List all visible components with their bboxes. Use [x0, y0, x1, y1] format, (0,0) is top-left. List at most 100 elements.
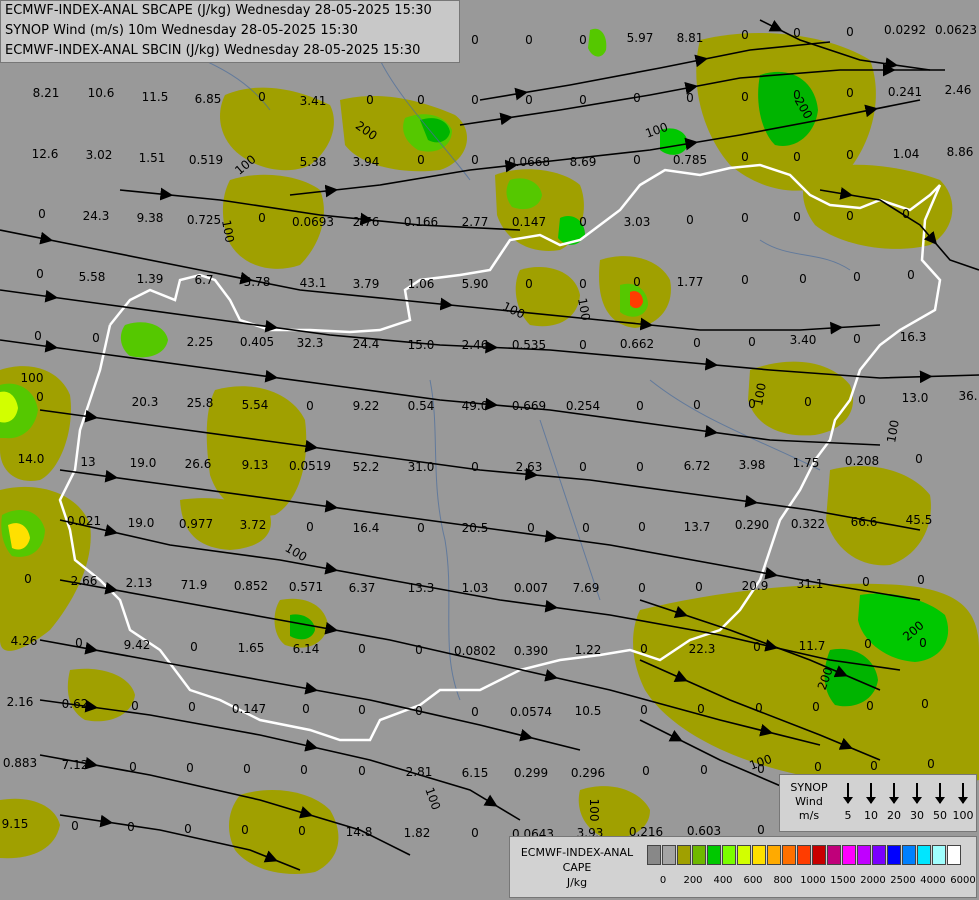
- station-value: 0: [358, 764, 366, 778]
- station-value: 5.90: [462, 277, 489, 291]
- cape-legend-swatch: [932, 845, 946, 865]
- station-value: 26.6: [185, 457, 212, 471]
- synop-legend-ticks: 5 10 20 30 50 100: [838, 781, 974, 825]
- streamline-arrow: [864, 104, 879, 118]
- cape-legend-swatch: [857, 845, 871, 865]
- station-value: 0: [38, 207, 46, 221]
- title-line-cape: ECMWF-INDEX-ANAL SBCAPE (J/kg) Wednesday…: [5, 3, 432, 18]
- station-value: 0: [748, 335, 756, 349]
- station-value: 14.0: [18, 452, 45, 466]
- station-value: 0: [686, 91, 694, 105]
- synop-wind-legend: SYNOP Wind m/s 5 10 20 30 50 100: [779, 774, 977, 832]
- cape-legend-title: ECMWF-INDEX-ANAL: [520, 846, 634, 859]
- station-value: 6.72: [684, 459, 711, 473]
- streamline-arrow: [104, 469, 119, 483]
- station-value: 0: [471, 460, 479, 474]
- synop-tick-label: 50: [933, 809, 947, 822]
- station-value: 19.0: [130, 456, 157, 470]
- station-value: 0: [693, 398, 701, 412]
- station-value: 2.77: [462, 215, 489, 229]
- station-value: 0.147: [512, 215, 546, 229]
- station-value: 12.6: [32, 147, 59, 161]
- station-value: 45.5: [906, 513, 933, 527]
- station-value: 0.021: [67, 514, 101, 528]
- station-value: 0: [902, 207, 910, 221]
- synop-tick-label: 20: [887, 809, 901, 822]
- station-value: 0: [640, 642, 648, 656]
- station-value: 1.22: [575, 643, 602, 657]
- station-value: 0: [415, 704, 423, 718]
- synop-arrowhead-icon: [843, 797, 853, 804]
- station-value: 0: [579, 277, 587, 291]
- streamline-arrow: [44, 339, 59, 353]
- station-value: 0: [814, 760, 822, 774]
- cape-legend-tick: 2000: [860, 875, 886, 886]
- streamline-arrow: [764, 566, 779, 580]
- station-value: 0: [741, 211, 749, 225]
- station-value: 0: [302, 702, 310, 716]
- station-value: 0: [755, 701, 763, 715]
- station-value: 31.1: [797, 577, 824, 591]
- cape-legend-swatch: [647, 845, 661, 865]
- title-line-wind: SYNOP Wind (m/s) 10m Wednesday 28-05-202…: [5, 23, 358, 38]
- station-value: 5.78: [244, 275, 271, 289]
- station-value: 3.98: [739, 458, 766, 472]
- station-value: 43.1: [300, 276, 327, 290]
- station-value: 0: [917, 573, 925, 587]
- station-value: 1.82: [404, 826, 431, 840]
- station-value: 24.3: [83, 209, 110, 223]
- cape-legend-swatch: [902, 845, 916, 865]
- station-value: 14.8: [346, 825, 373, 839]
- station-value: 0: [864, 637, 872, 651]
- station-value: 0: [793, 210, 801, 224]
- synop-tick-label: 10: [864, 809, 878, 822]
- station-value: 0: [471, 705, 479, 719]
- cape-legend-swatch: [947, 845, 961, 865]
- cape-legend-swatch: [917, 845, 931, 865]
- station-value: 9.38: [137, 211, 164, 225]
- station-value: 0: [846, 25, 854, 39]
- station-value: 0.62: [62, 697, 89, 711]
- cape-legend-swatch: [662, 845, 676, 865]
- station-value: 0: [71, 819, 79, 833]
- station-value: 0.290: [735, 518, 769, 532]
- station-value: 2.13: [126, 576, 153, 590]
- title-box: ECMWF-INDEX-ANAL SBCAPE (J/kg) Wednesday…: [0, 0, 460, 63]
- station-value: 22.3: [689, 642, 716, 656]
- station-value: 0.669: [512, 399, 546, 413]
- cape-legend-tick: 0: [659, 875, 667, 886]
- station-value: 0.0292: [884, 23, 926, 37]
- streamline-arrow: [884, 57, 899, 70]
- station-value: 0: [188, 700, 196, 714]
- station-value: 0: [471, 153, 479, 167]
- station-value: 0: [243, 762, 251, 776]
- station-value: 2.16: [7, 695, 34, 709]
- station-value: 0: [693, 336, 701, 350]
- station-value: 1.03: [462, 581, 489, 595]
- station-value: 0: [640, 703, 648, 717]
- cape-legend-subtitle: CAPE: [562, 861, 592, 874]
- station-value: 2.25: [187, 335, 214, 349]
- cape-legend-tick: 600: [743, 875, 763, 886]
- station-value: 19.0: [128, 516, 155, 530]
- streamline-arrow: [39, 231, 54, 245]
- cape-legend-swatch: [842, 845, 856, 865]
- station-value: 0.322: [791, 517, 825, 531]
- station-value: 4.26: [11, 634, 38, 648]
- contour-label: 100: [21, 371, 44, 385]
- station-value: 0: [258, 211, 266, 225]
- cape-legend-swatch: [887, 845, 901, 865]
- station-value: 0: [525, 33, 533, 47]
- station-value: 10.6: [88, 86, 115, 100]
- station-value: 0: [700, 763, 708, 777]
- station-value: 3.40: [790, 333, 817, 347]
- station-value: 0: [748, 397, 756, 411]
- streamline-arrow: [499, 112, 514, 126]
- station-value: 0: [812, 700, 820, 714]
- station-value: 0: [870, 759, 878, 773]
- station-value: 0.785: [673, 153, 707, 167]
- station-value: 0: [927, 757, 935, 771]
- station-value: 0.54: [408, 399, 435, 413]
- station-value: 2.46: [945, 83, 972, 97]
- station-value: 7.12: [62, 758, 89, 772]
